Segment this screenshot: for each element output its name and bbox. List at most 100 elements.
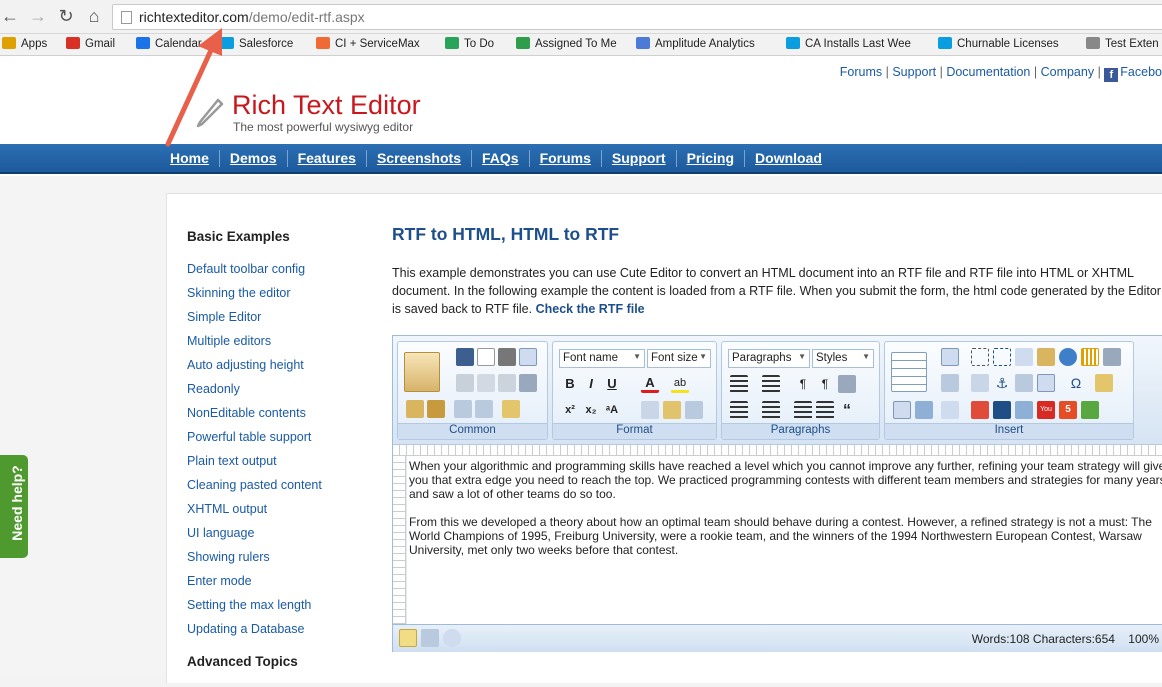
sidebar-link-setting-the-max-length[interactable]: Setting the max length bbox=[187, 598, 367, 622]
clean-icon[interactable] bbox=[663, 401, 681, 419]
code-mode-icon[interactable] bbox=[421, 629, 439, 647]
bookmark-test-exten[interactable]: Test Exten bbox=[1086, 37, 1159, 50]
bullet-list-icon[interactable] bbox=[762, 401, 780, 419]
ltr-icon[interactable]: ¶ bbox=[794, 375, 812, 393]
delete-icon[interactable] bbox=[498, 374, 516, 392]
forums-link[interactable]: Forums bbox=[840, 65, 882, 79]
redo-icon[interactable] bbox=[475, 400, 493, 418]
html5-icon[interactable]: 5 bbox=[1059, 401, 1077, 419]
show-grid-icon[interactable] bbox=[1081, 348, 1099, 366]
paste-icon[interactable] bbox=[404, 352, 440, 392]
bookmark-to-do[interactable]: To Do bbox=[445, 37, 494, 50]
sidebar-link-auto-adjusting-height[interactable]: Auto adjusting height bbox=[187, 358, 367, 382]
link-icon[interactable] bbox=[941, 374, 959, 392]
facebook-link[interactable]: Facebo bbox=[1120, 65, 1162, 79]
new-document-icon[interactable] bbox=[477, 348, 495, 366]
nav-support[interactable]: Support bbox=[602, 150, 677, 167]
bookmark-amplitude-analytics[interactable]: Amplitude Analytics bbox=[636, 37, 755, 50]
line-spacing-icon[interactable] bbox=[762, 375, 780, 393]
sidebar-link-powerful-table-support[interactable]: Powerful table support bbox=[187, 430, 367, 454]
sidebar-link-cleaning-pasted-content[interactable]: Cleaning pasted content bbox=[187, 478, 367, 502]
nav-pricing[interactable]: Pricing bbox=[677, 150, 746, 167]
flash-icon[interactable] bbox=[1015, 401, 1033, 419]
nav-features[interactable]: Features bbox=[288, 150, 367, 167]
zoom-level[interactable]: 100% bbox=[1128, 632, 1159, 646]
nav-download[interactable]: Download bbox=[745, 150, 832, 167]
format-painter-icon[interactable] bbox=[502, 400, 520, 418]
bookmark-ca-installs-last-wee[interactable]: CA Installs Last Wee bbox=[786, 37, 911, 50]
support-link[interactable]: Support bbox=[892, 65, 936, 79]
subscript-icon[interactable]: x₂ bbox=[582, 401, 600, 419]
blockquote-icon[interactable]: “ bbox=[838, 401, 856, 419]
company-link[interactable]: Company bbox=[1041, 65, 1095, 79]
nav-screenshots[interactable]: Screenshots bbox=[367, 150, 472, 167]
media-icon[interactable] bbox=[993, 401, 1011, 419]
sidebar-link-showing-rulers[interactable]: Showing rulers bbox=[187, 550, 367, 574]
font-color-icon[interactable]: A bbox=[641, 375, 659, 393]
paragraphs-select[interactable]: Paragraphs ▼ bbox=[728, 349, 810, 368]
youtube-icon[interactable]: You bbox=[1037, 401, 1055, 419]
bookmark-assigned-to-me[interactable]: Assigned To Me bbox=[516, 37, 617, 50]
back-icon[interactable]: ← bbox=[0, 6, 20, 26]
remove-format-icon[interactable] bbox=[641, 401, 659, 419]
sidebar-link-skinning-the-editor[interactable]: Skinning the editor bbox=[187, 286, 367, 310]
bookmark-churnable-licenses[interactable]: Churnable Licenses bbox=[938, 37, 1059, 50]
bookmark-salesforce[interactable]: Salesforce bbox=[220, 37, 293, 50]
insert-image-icon[interactable] bbox=[1015, 374, 1033, 392]
sidebar-link-ui-language[interactable]: UI language bbox=[187, 526, 367, 550]
print-icon[interactable] bbox=[498, 348, 516, 366]
copy-icon[interactable] bbox=[477, 374, 495, 392]
italic-icon[interactable]: I bbox=[582, 375, 600, 393]
layer-icon[interactable] bbox=[993, 348, 1011, 366]
save-icon[interactable] bbox=[456, 348, 474, 366]
source-icon[interactable] bbox=[1103, 348, 1121, 366]
select-icon[interactable] bbox=[685, 401, 703, 419]
spellcheck-icon[interactable] bbox=[519, 348, 537, 366]
documentation-link[interactable]: Documentation bbox=[946, 65, 1030, 79]
align-icon[interactable] bbox=[730, 375, 748, 393]
textarea-icon[interactable] bbox=[941, 401, 959, 419]
cut-icon[interactable] bbox=[456, 374, 474, 392]
address-bar[interactable]: richtexteditor.com/demo/edit-rtf.aspx bbox=[112, 4, 1162, 30]
gallery-icon[interactable] bbox=[893, 401, 911, 419]
bookmark-apps[interactable]: Apps bbox=[2, 37, 47, 50]
form-icon[interactable] bbox=[941, 348, 959, 366]
sidebar-link-xhtml-output[interactable]: XHTML output bbox=[187, 502, 367, 526]
home-icon[interactable]: ⌂ bbox=[84, 6, 104, 26]
design-mode-icon[interactable] bbox=[399, 629, 417, 647]
change-case-icon[interactable]: ᵃA bbox=[603, 401, 621, 419]
unlink-icon[interactable] bbox=[971, 374, 989, 392]
paste-text-icon[interactable] bbox=[406, 400, 424, 418]
bookmark-gmail[interactable]: Gmail bbox=[66, 37, 115, 50]
sidebar-link-simple-editor[interactable]: Simple Editor bbox=[187, 310, 367, 334]
underline-icon[interactable]: U bbox=[603, 375, 621, 393]
font-name-select[interactable]: Font name ▼ bbox=[559, 349, 645, 368]
insert-object-icon[interactable] bbox=[1081, 401, 1099, 419]
special-char-icon[interactable]: Ω bbox=[1067, 374, 1085, 392]
anchor-icon[interactable]: ⚓ bbox=[993, 374, 1011, 392]
superscript-icon[interactable]: x² bbox=[561, 401, 579, 419]
undo-icon[interactable] bbox=[454, 400, 472, 418]
bookmark-ci-servicemax[interactable]: CI + ServiceMax bbox=[316, 37, 420, 50]
preview-icon[interactable] bbox=[443, 629, 461, 647]
bookmark-calendar[interactable]: Calendar bbox=[136, 37, 202, 50]
sidebar-link-readonly[interactable]: Readonly bbox=[187, 382, 367, 406]
block-icon[interactable] bbox=[838, 375, 856, 393]
forward-icon[interactable]: → bbox=[28, 6, 48, 26]
insert-table-icon[interactable] bbox=[891, 352, 927, 392]
dropdown-icon[interactable] bbox=[1015, 348, 1033, 366]
facebook-icon[interactable]: f bbox=[1104, 68, 1119, 82]
need-help-tab[interactable]: Need help? bbox=[0, 455, 28, 558]
indent-icon[interactable] bbox=[816, 401, 834, 419]
rtl-icon[interactable]: ¶ bbox=[816, 375, 834, 393]
div-icon[interactable] bbox=[971, 348, 989, 366]
outdent-icon[interactable] bbox=[794, 401, 812, 419]
sidebar-link-updating-a-database[interactable]: Updating a Database bbox=[187, 622, 367, 646]
check-rtf-link[interactable]: Check the RTF file bbox=[536, 302, 645, 316]
reload-icon[interactable]: ↻ bbox=[56, 6, 76, 26]
image-icon[interactable] bbox=[915, 401, 933, 419]
sidebar-link-plain-text-output[interactable]: Plain text output bbox=[187, 454, 367, 478]
pdf-icon[interactable] bbox=[971, 401, 989, 419]
bold-icon[interactable]: B bbox=[561, 375, 579, 393]
highlight-icon[interactable]: ab bbox=[671, 375, 689, 393]
